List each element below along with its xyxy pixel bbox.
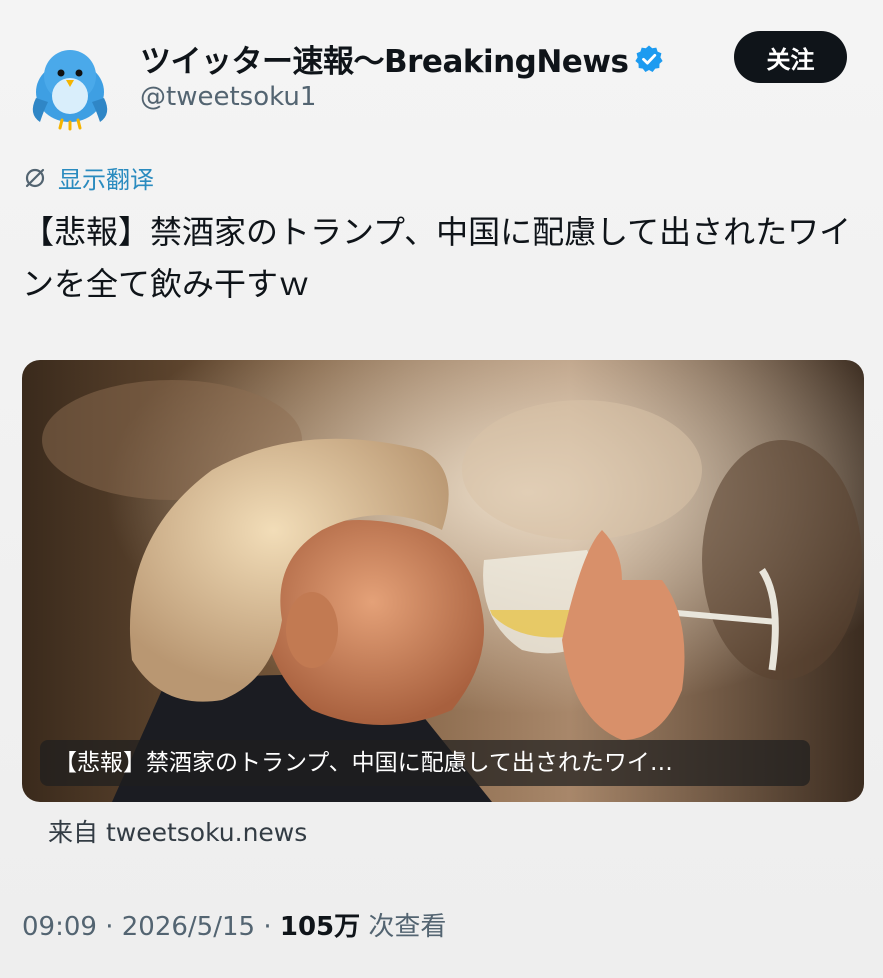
- media-card[interactable]: 【悲報】禁酒家のトランプ、中国に配慮して出されたワイ…: [22, 360, 864, 802]
- tweet-date[interactable]: 2026/5/15: [122, 912, 255, 942]
- views-label: 次查看: [368, 912, 447, 942]
- tweet-time[interactable]: 09:09: [22, 912, 97, 942]
- card-source[interactable]: 来自 tweetsoku.news: [48, 813, 307, 849]
- media-image: [22, 360, 864, 802]
- verified-badge-icon: [635, 45, 664, 72]
- media-caption: 【悲報】禁酒家のトランプ、中国に配慮して出されたワイ…: [40, 740, 810, 786]
- handle[interactable]: @tweetsoku1: [140, 82, 316, 112]
- display-name[interactable]: ツイッター速報〜BreakingNews: [140, 36, 664, 81]
- avatar[interactable]: [22, 36, 118, 132]
- follow-button[interactable]: 关注: [734, 31, 847, 83]
- meta-separator: ·: [263, 912, 272, 942]
- translate-icon: [25, 168, 45, 187]
- meta-separator: ·: [105, 912, 114, 942]
- show-translation-link[interactable]: 显示翻译: [22, 160, 154, 195]
- tweet-text: 【悲報】禁酒家のトランプ、中国に配慮して出されたワインを全て飲み干すｗ: [22, 213, 852, 303]
- tweet-meta: 09:09 · 2026/5/15 · 105万 次查看: [22, 906, 446, 943]
- show-translation-label: 显示翻译: [58, 166, 154, 194]
- blue-bird-icon: [32, 50, 108, 131]
- views-count: 105万: [279, 912, 361, 942]
- display-name-text: ツイッター速報〜BreakingNews: [140, 44, 629, 80]
